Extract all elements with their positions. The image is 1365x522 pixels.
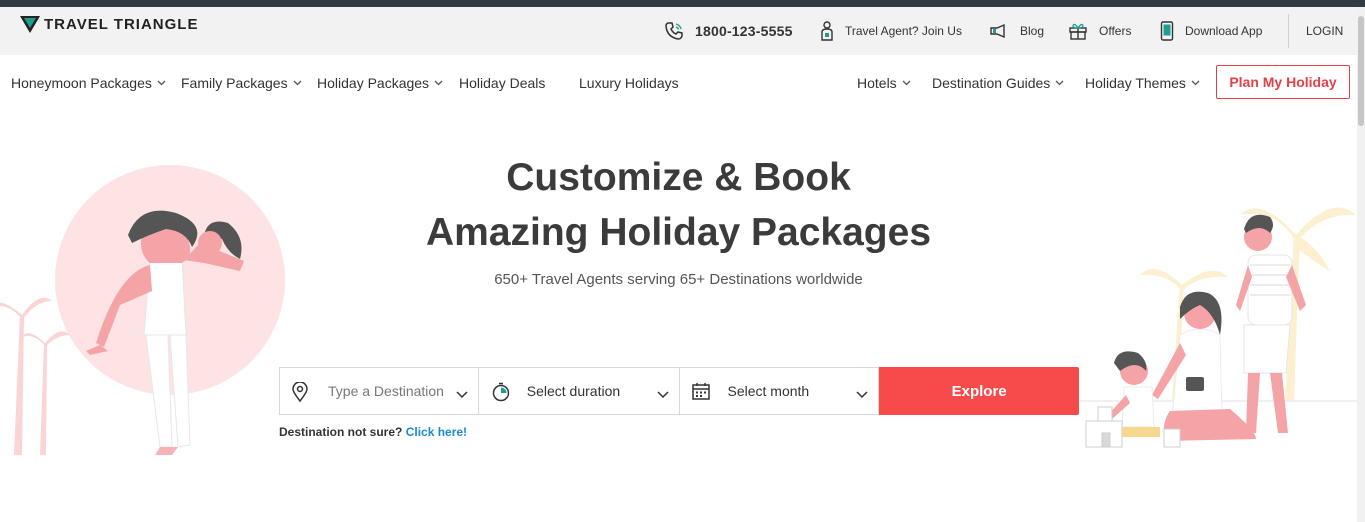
chevron-down-icon <box>1055 80 1064 86</box>
nav-hotels[interactable]: Hotels <box>857 72 911 94</box>
month-select[interactable]: Select month <box>679 367 880 415</box>
offers-link[interactable]: Offers <box>1068 7 1131 55</box>
login-link[interactable]: LOGIN <box>1306 7 1343 55</box>
duration-label: Select duration <box>526 383 621 399</box>
header-divider <box>1288 14 1289 48</box>
nav-honeymoon-packages[interactable]: Honeymoon Packages <box>11 72 166 94</box>
plan-my-holiday-button[interactable]: Plan My Holiday <box>1216 65 1350 99</box>
nav-label: Luxury Holidays <box>579 75 679 91</box>
blog-link[interactable]: Blog <box>989 7 1044 55</box>
chevron-down-icon <box>293 80 302 86</box>
phone-number: 1800-123-5555 <box>695 23 793 39</box>
stopwatch-icon <box>491 382 511 407</box>
nav-label: Family Packages <box>181 75 288 91</box>
nav-holiday-themes[interactable]: Holiday Themes <box>1085 72 1200 94</box>
offers-label: Offers <box>1099 24 1132 38</box>
click-here-link[interactable]: Click here! <box>406 425 467 439</box>
destination-field[interactable]: Type a Destination <box>279 367 479 415</box>
destination-help-text: Destination not sure? <box>279 425 403 439</box>
blog-label: Blog <box>1020 24 1045 38</box>
agent-join-label: Travel Agent? Join Us <box>845 24 962 38</box>
scrollbar-thumb[interactable] <box>1358 16 1364 126</box>
nav-label: Hotels <box>857 75 897 91</box>
chevron-down-icon <box>902 80 911 86</box>
nav-family-packages[interactable]: Family Packages <box>181 72 302 94</box>
location-pin-icon <box>292 381 308 407</box>
download-app-label: Download App <box>1185 24 1263 38</box>
duration-select[interactable]: Select duration <box>478 367 680 415</box>
phone-link[interactable]: 1800-123-5555 <box>664 7 793 55</box>
nav-holiday-deals[interactable]: Holiday Deals <box>459 72 545 94</box>
hero-subtitle: 650+ Travel Agents serving 65+ Destinati… <box>494 271 863 288</box>
gift-icon <box>1068 22 1088 40</box>
explore-button[interactable]: Explore <box>879 367 1079 415</box>
nav-label: Honeymoon Packages <box>11 75 152 91</box>
agent-join-link[interactable]: Travel Agent? Join Us <box>820 7 962 55</box>
chevron-down-icon <box>656 386 669 404</box>
chevron-down-icon <box>434 80 443 86</box>
nav-label: Holiday Packages <box>317 75 430 91</box>
mobile-icon <box>1160 21 1174 41</box>
nav-holiday-packages[interactable]: Holiday Packages <box>317 72 443 94</box>
chevron-down-icon <box>856 386 868 404</box>
couple-illustration <box>0 165 285 455</box>
package-search-bar: Type a Destination Select duration Selec… <box>279 367 1079 415</box>
download-app-link[interactable]: Download App <box>1160 7 1262 55</box>
calendar-icon <box>691 382 710 405</box>
chevron-down-icon <box>1191 80 1200 86</box>
destination-placeholder: Type a Destination <box>328 383 444 399</box>
nav-luxury-holidays[interactable]: Luxury Holidays <box>579 72 679 94</box>
agent-icon <box>820 21 834 41</box>
top-strip <box>0 0 1365 7</box>
nav-label: Holiday Deals <box>459 75 546 91</box>
hero-title-line1: Customize & Book <box>506 156 851 199</box>
nav-destination-guides[interactable]: Destination Guides <box>932 72 1064 94</box>
brand-logo[interactable]: TRAVEL TRIANGLE <box>20 16 198 33</box>
month-label: Select month <box>727 383 810 399</box>
triangle-logo-icon <box>20 16 40 33</box>
scrollbar[interactable] <box>1357 7 1365 522</box>
hero-title-line2: Amazing Holiday Packages <box>425 211 932 254</box>
brand-name: TRAVEL TRIANGLE <box>44 16 199 33</box>
megaphone-icon <box>989 23 1009 39</box>
nav-label: Destination Guides <box>932 75 1051 91</box>
phone-icon <box>664 21 684 41</box>
chevron-down-icon <box>157 80 166 86</box>
destination-help-note: Destination not sure? Click here! <box>279 425 467 439</box>
chevron-down-icon <box>456 386 468 404</box>
nav-label: Holiday Themes <box>1085 75 1186 91</box>
